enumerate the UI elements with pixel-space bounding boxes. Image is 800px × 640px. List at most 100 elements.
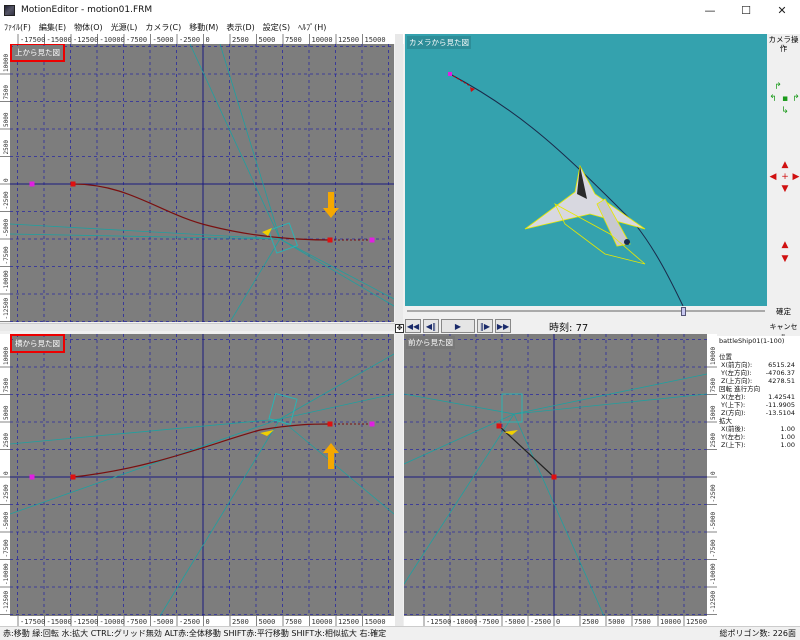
front-view-camera-ray [404, 413, 515, 585]
ruler-tick-label: 10000 [3, 54, 10, 72]
ruler-tick-label: -2500 [179, 618, 200, 626]
ruler-tick-label: -10000 [710, 563, 717, 585]
application-window: MotionEditor - motion01.FRM — ☐ ✕ ﾌｧｲﾙ(F… [0, 0, 800, 640]
ruler-tick-label: -7500 [126, 36, 147, 44]
camera-view-pane[interactable]: カメラから見た図 [405, 34, 767, 306]
minimize-button[interactable]: — [692, 0, 728, 20]
top-view-highlight-arrow [323, 192, 339, 218]
ruler-tick-label: 10000 [3, 347, 10, 365]
ruler-tick-label: -7500 [126, 618, 147, 626]
scale-y-label: Y(左右): [721, 433, 746, 441]
front-view-pane[interactable]: 前から見た図 [404, 334, 707, 616]
top-view-highlight-arrow-shape [323, 192, 339, 218]
camera-rotate-up-icon[interactable]: ↱ [773, 82, 783, 92]
top-view-canvas[interactable] [10, 44, 394, 322]
side-view-scrollbar-v[interactable] [395, 334, 403, 626]
rot-z-value: -13.5104 [765, 409, 795, 417]
front-view-canvas[interactable] [404, 334, 707, 616]
rot-x-value: 1.42541 [768, 393, 795, 401]
ruler-tick-label: 0 [206, 36, 210, 44]
play-button[interactable]: ▶ [441, 319, 475, 333]
time-slider-thumb[interactable] [681, 307, 687, 316]
side-view-camera-ray [10, 418, 281, 515]
top-view-camera-ray [279, 238, 394, 300]
menu-help[interactable]: ﾍﾙﾌﾟ(H) [294, 22, 330, 33]
front-view-keypoint [551, 474, 557, 480]
camera-rotate-left-icon[interactable]: ↰ [768, 94, 778, 104]
ruler-side-x-svg: -17500 -15000 -12500 -10000 -7500 -5000 -2500 0… [17, 616, 386, 626]
menu-settings[interactable]: 設定(S) [259, 22, 294, 33]
camera-move-left-icon[interactable]: ◀ [768, 172, 778, 182]
camera-ops-panel: カメラ操作 ↱ ↰ ▪ ↱ ↳ ▲ ◀ + ▶ ▼ ▲ ▼ 確定 キャンセル [767, 34, 800, 341]
menu-file[interactable]: ﾌｧｲﾙ(F) [0, 22, 35, 33]
scale-y-value: 1.00 [780, 433, 795, 441]
rot-x-label: X(左右): [721, 393, 746, 401]
scale-z-value: 1.00 [780, 441, 795, 449]
side-view-keypoint [327, 421, 333, 427]
menu-display[interactable]: 表示(D) [222, 22, 258, 33]
camera-view-canvas[interactable] [405, 34, 767, 306]
menu-camera[interactable]: カメラ(C) [141, 22, 185, 33]
camera-rotate-right-icon[interactable]: ↱ [791, 94, 800, 104]
camera-confirm-button[interactable]: 確定 [767, 306, 800, 317]
top-view-end-point [369, 237, 375, 243]
ruler-tick-label: -7500 [3, 539, 10, 557]
menu-move[interactable]: 移動(M) [185, 22, 222, 33]
pos-x-value: 6515.24 [768, 361, 795, 369]
ruler-tick-label: 10000 [710, 347, 717, 365]
ruler-top-y-svg: 10000 7500 5000 2500 0 -2500 -5000 -7500 -10000 -… [0, 54, 10, 322]
front-view-x-ruler: -12500 -10000 -7500 -5000 -2500 0 2500 5000 7500… [404, 616, 717, 626]
top-view-label: 上から見た図 [10, 44, 65, 62]
polygon-count: 総ポリゴン数: 226面 [719, 629, 796, 638]
menu-light[interactable]: 光源(L) [107, 22, 142, 33]
ruler-tick-label: -10000 [100, 36, 125, 44]
close-button[interactable]: ✕ [764, 0, 800, 20]
front-view-camera-ray [513, 373, 707, 415]
side-view-camera-ray [279, 393, 394, 420]
top-view-keypoint [327, 237, 333, 243]
camera-move-right-icon[interactable]: ▶ [791, 172, 800, 182]
camera-rotate-center-icon[interactable]: ▪ [780, 94, 790, 104]
ruler-tick-label: -10000 [3, 270, 10, 292]
top-view-scrollbar-h[interactable] [0, 323, 395, 331]
pos-z-label: Z(上方向): [721, 377, 753, 385]
maximize-button[interactable]: ☐ [728, 0, 764, 20]
ruler-tick-label: 7500 [285, 36, 302, 44]
ruler-tick-label: -10000 [3, 563, 10, 585]
top-view-scrollbar-v[interactable] [395, 34, 403, 324]
menu-bar: ﾌｧｲﾙ(F) 編集(E) 物体(O) 光源(L) カメラ(C) 移動(M) 表… [0, 20, 800, 34]
rewind-start-button[interactable]: ◀◀ [405, 319, 421, 333]
forward-end-button[interactable]: ▶▶ [495, 319, 511, 333]
ruler-tick-label: -17500 [20, 36, 45, 44]
menu-object[interactable]: 物体(O) [70, 22, 107, 33]
ruler-front-y-svg: 10000 7500 5000 2500 0 -2500 -5000 -7500 -10000 -… [707, 347, 717, 615]
resize-splitter-icon[interactable]: ✥ [395, 324, 404, 333]
ruler-tick-label: -5000 [3, 512, 10, 530]
camera-zoom-out-icon[interactable]: ▼ [780, 254, 790, 264]
time-slider[interactable] [405, 306, 767, 316]
ruler-tick-label: 5000 [259, 618, 276, 626]
top-view-pane[interactable]: 上から見た図 [10, 44, 394, 322]
step-back-button[interactable]: ◀‖ [423, 319, 439, 333]
camera-move-center-icon[interactable]: + [780, 172, 790, 182]
ruler-tick-label: -7500 [478, 618, 499, 626]
ruler-tick-label: -2500 [179, 36, 200, 44]
side-view-pane[interactable]: 横から見た図 [10, 334, 394, 616]
ruler-tick-label: 12500 [338, 618, 359, 626]
ruler-tick-label: 10000 [312, 36, 333, 44]
ruler-tick-label: -12500 [3, 297, 10, 319]
ruler-tick-label: 7500 [710, 378, 717, 393]
camera-move-down-icon[interactable]: ▼ [780, 184, 790, 194]
side-view-canvas[interactable] [10, 334, 394, 616]
ruler-tick-label: -15000 [47, 36, 72, 44]
scale-x-value: 1.00 [780, 425, 795, 433]
menu-edit[interactable]: 編集(E) [35, 22, 70, 33]
camera-rotate-down-icon[interactable]: ↳ [780, 106, 790, 116]
front-view-camera-ray [513, 413, 605, 616]
side-view-end-point [369, 421, 375, 427]
ruler-tick-label: -10000 [452, 618, 477, 626]
camera-zoom-in-icon[interactable]: ▲ [780, 240, 790, 250]
step-forward-button[interactable]: ‖▶ [477, 319, 493, 333]
camera-ops-label: カメラ操作 [768, 35, 799, 53]
camera-move-up-icon[interactable]: ▲ [780, 160, 790, 170]
